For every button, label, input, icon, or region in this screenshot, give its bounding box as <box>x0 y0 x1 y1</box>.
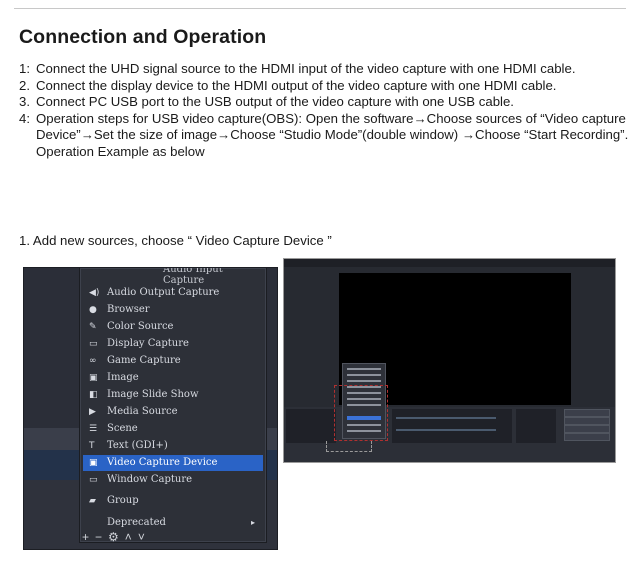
menu-row <box>347 374 381 376</box>
menu-item-label: Color Source <box>107 321 174 332</box>
menu-item-scene[interactable]: ☰ Scene <box>83 421 263 437</box>
menu-item-image-slide-show[interactable]: ◧ Image Slide Show <box>83 387 263 403</box>
menu-item-window-capture[interactable]: ▭ Window Capture <box>83 472 263 488</box>
menu-item-browser[interactable]: ● Browser <box>83 302 263 318</box>
instruction-list: 1: Connect the UHD signal source to the … <box>19 61 634 160</box>
menu-item-label: Audio Output Capture <box>107 287 220 298</box>
obs-window-screenshot <box>283 258 616 463</box>
speaker-icon: ◀) <box>89 288 100 298</box>
window-titlebar <box>284 259 615 267</box>
instruction-step-1: 1: Connect the UHD signal source to the … <box>19 61 634 78</box>
menu-item-label: Group <box>107 495 139 506</box>
remove-icon[interactable]: − <box>95 530 108 544</box>
window-icon: ▭ <box>89 475 98 485</box>
menu-item-label: Game Capture <box>107 355 181 366</box>
submenu-arrow-icon: ▸ <box>250 518 255 527</box>
menu-item-media-source[interactable]: ▶ Media Source <box>83 404 263 420</box>
menu-row <box>347 380 381 382</box>
highlight-box <box>334 385 388 441</box>
move-down-icon[interactable]: ˅ <box>138 530 151 544</box>
step-number: 3. <box>19 94 30 109</box>
play-icon: ▶ <box>89 407 96 417</box>
start-streaming-button[interactable] <box>564 409 610 417</box>
globe-icon: ● <box>89 305 97 315</box>
audio-meter <box>396 429 496 431</box>
sub-heading: 1. Add new sources, choose “ Video Captu… <box>19 233 332 248</box>
dock-toolbar: +−⚙˄˅ <box>82 530 151 544</box>
paint-brush-icon: ✎ <box>89 322 97 332</box>
menu-item-label: Text (GDI+) <box>107 440 168 451</box>
instruction-step-2: 2. Connect the display device to the HDM… <box>19 78 634 95</box>
menu-item-label: Scene <box>107 423 138 434</box>
step-number: 4: <box>19 110 30 126</box>
menu-item-cut: Audio Input Capture <box>163 267 223 286</box>
step-text: Connect the UHD signal source to the HDM… <box>36 61 576 76</box>
add-source-menu: Audio Input Capture ◀) Audio Output Captu… <box>80 268 266 542</box>
step-text: Connect the display device to the HDMI o… <box>36 77 557 93</box>
step-text: Operation steps for USB video capture(OB… <box>36 110 629 143</box>
example-note: Operation Example as below <box>36 143 205 159</box>
menu-item-label: Display Capture <box>107 338 189 349</box>
menu-item-group[interactable]: ▰ Group <box>83 493 263 509</box>
image-icon: ▣ <box>89 373 98 383</box>
menu-item-image[interactable]: ▣ Image <box>83 370 263 386</box>
menu-item-label: Window Capture <box>107 474 193 485</box>
menu-item-display-capture[interactable]: ▭ Display Capture <box>83 336 263 352</box>
menu-item-label: Deprecated <box>107 517 166 528</box>
menu-item-label: Video Capture Device <box>107 457 218 468</box>
menu-item-video-capture-device[interactable]: ▣ Video Capture Device <box>83 455 263 471</box>
camera-icon: ▣ <box>89 458 98 468</box>
instruction-step-3: 3. Connect PC USB port to the USB output… <box>19 94 634 111</box>
monitor-icon: ▭ <box>89 339 98 349</box>
menu-item-text-gdi[interactable]: T Text (GDI+) <box>83 438 263 454</box>
add-icon[interactable]: + <box>82 530 95 544</box>
menu-item-label: Browser <box>107 304 150 315</box>
scenes-dock <box>286 409 336 443</box>
menu-item-audio-output-capture[interactable]: ◀) Audio Output Capture <box>83 285 263 301</box>
step-number: 2. <box>19 77 30 93</box>
top-divider <box>14 8 626 9</box>
start-recording-button[interactable] <box>564 417 610 425</box>
menu-item-label: Image <box>107 372 139 383</box>
menu-item-deprecated[interactable]: Deprecated ▸ <box>83 515 263 531</box>
menu-row <box>347 368 381 370</box>
menu-item-label: Media Source <box>107 406 178 417</box>
mixer-dock <box>392 409 512 443</box>
folder-icon: ▰ <box>89 496 96 506</box>
studio-mode-button[interactable] <box>564 425 610 433</box>
instruction-step-4: 4: Operation steps for USB video capture… <box>19 111 634 144</box>
section-heading: Connection and Operation <box>19 26 267 48</box>
settings-icon[interactable]: ⚙ <box>108 530 125 544</box>
menu-item-color-source[interactable]: ✎ Color Source <box>83 319 263 335</box>
transitions-dock <box>516 409 556 443</box>
slideshow-icon: ◧ <box>89 390 98 400</box>
settings-button[interactable] <box>564 433 610 441</box>
gamepad-icon: ∞ <box>89 356 97 366</box>
text-icon: T <box>89 441 95 451</box>
menu-item-game-capture[interactable]: ∞ Game Capture <box>83 353 263 369</box>
move-up-icon[interactable]: ˄ <box>125 530 138 544</box>
menu-item-label: Image Slide Show <box>107 389 199 400</box>
highlight-bracket <box>326 441 372 452</box>
step-number: 1: <box>19 61 30 76</box>
list-icon: ☰ <box>89 424 98 434</box>
context-menu-screenshot: Audio Input Capture ◀) Audio Output Captu… <box>23 267 278 550</box>
step-text: Connect PC USB port to the USB output of… <box>36 94 514 109</box>
audio-meter <box>396 417 496 419</box>
